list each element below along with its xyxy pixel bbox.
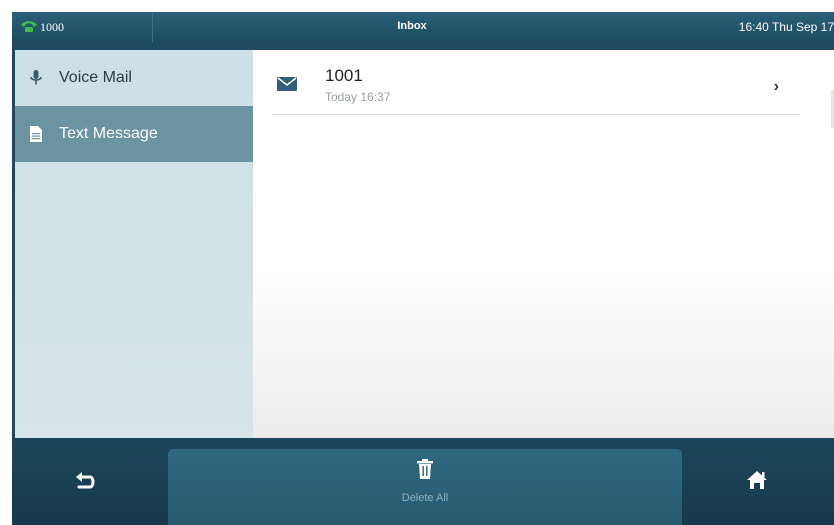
status-datetime: 16:40 Thu Sep 17: [738, 20, 834, 34]
document-icon: [30, 126, 42, 142]
sidebar: Voice Mail Text Message: [15, 50, 253, 438]
sidebar-item-text-message[interactable]: Text Message: [15, 106, 253, 162]
line-label: 1000: [40, 20, 64, 34]
chevron-right-icon: ›: [773, 78, 779, 95]
home-icon: [747, 471, 767, 489]
sidebar-item-label: Text Message: [59, 125, 158, 142]
softkey-bar: Delete All: [12, 438, 834, 525]
page-title: Inbox: [397, 20, 427, 32]
status-bar: 1000 Inbox 16:40 Thu Sep 17: [12, 12, 834, 42]
sidebar-item-voice-mail[interactable]: Voice Mail: [15, 50, 253, 106]
sidebar-item-label: Voice Mail: [59, 69, 132, 86]
list-item[interactable]: 1001 Today 16:37 ›: [273, 60, 799, 115]
message-time: Today 16:37: [325, 90, 391, 104]
envelope-icon: [277, 77, 297, 91]
back-button[interactable]: [60, 464, 108, 504]
microphone-icon: [30, 70, 42, 85]
back-arrow-icon: [76, 472, 95, 489]
trash-icon: [417, 459, 433, 479]
status-divider: [152, 12, 153, 42]
message-list: 1001 Today 16:37 ›: [253, 50, 834, 438]
message-sender: 1001: [325, 66, 363, 85]
phone-screen: 1000 Inbox 16:40 Thu Sep 17 Voice Mail T…: [12, 12, 834, 525]
delete-all-button[interactable]: Delete All: [168, 449, 682, 525]
home-button[interactable]: [734, 462, 780, 502]
delete-all-label: Delete All: [401, 492, 449, 504]
phone-icon: [21, 21, 37, 32]
